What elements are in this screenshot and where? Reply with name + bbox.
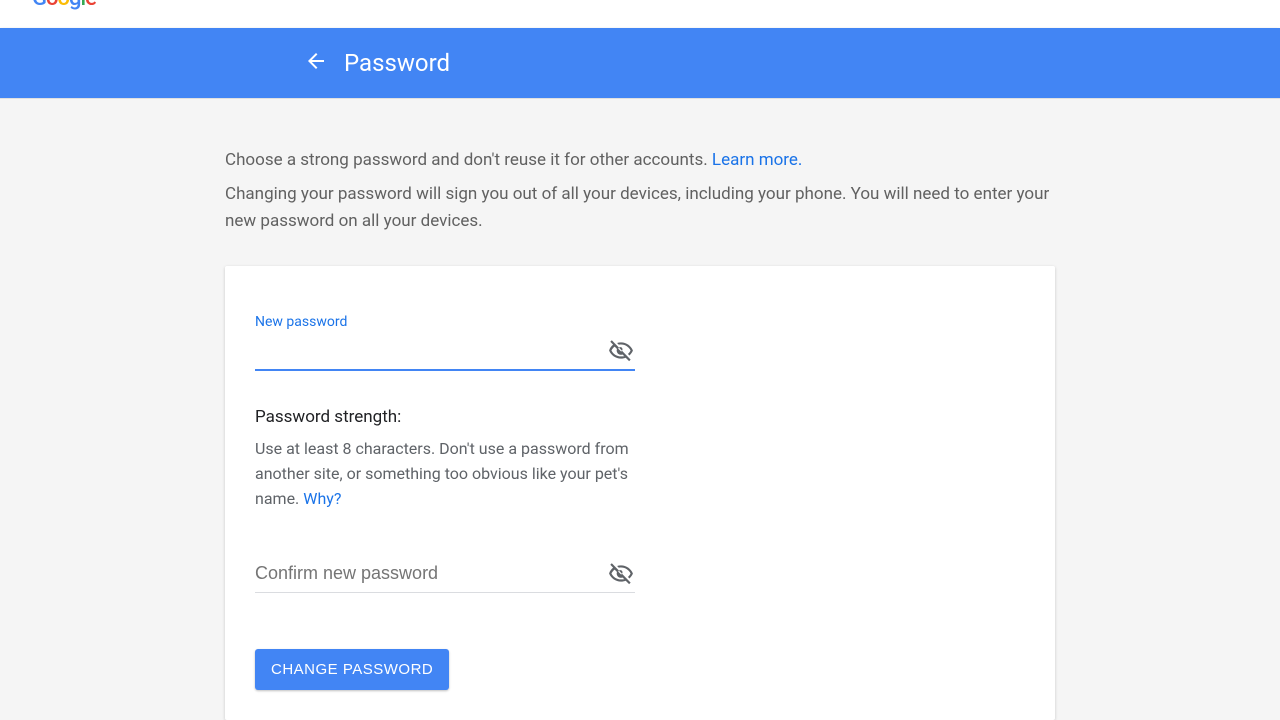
intro-text-1: Choose a strong password and don't reuse… (225, 150, 712, 170)
google-logo: Google (32, 0, 96, 11)
page-title: Password (344, 49, 450, 77)
eye-off-icon (608, 338, 634, 368)
new-password-field-wrap: New password (255, 314, 635, 371)
learn-more-link[interactable]: Learn more. (712, 150, 803, 170)
why-link[interactable]: Why? (303, 489, 341, 508)
confirm-password-input[interactable] (255, 559, 601, 592)
confirm-password-underline (255, 592, 635, 593)
toggle-confirm-password-visibility[interactable] (607, 562, 635, 590)
password-strength-label: Password strength: (255, 407, 635, 427)
confirm-password-field-wrap (255, 559, 635, 593)
new-password-label: New password (255, 314, 635, 330)
change-password-button[interactable]: CHANGE PASSWORD (255, 649, 449, 690)
new-password-underline (255, 369, 635, 371)
password-strength-desc: Use at least 8 characters. Don't use a p… (255, 437, 635, 511)
eye-off-icon (608, 561, 634, 591)
toggle-new-password-visibility[interactable] (607, 339, 635, 367)
password-card: New password Password strength: Use at l… (225, 266, 1055, 720)
intro-line-2: Changing your password will sign you out… (225, 181, 1055, 234)
page-header: Password (0, 28, 1280, 98)
new-password-input[interactable] (255, 336, 601, 369)
back-button[interactable] (296, 43, 336, 83)
password-strength-block: Password strength: Use at least 8 charac… (255, 407, 635, 511)
intro-line-1: Choose a strong password and don't reuse… (225, 147, 1055, 173)
arrow-left-icon (304, 49, 328, 77)
